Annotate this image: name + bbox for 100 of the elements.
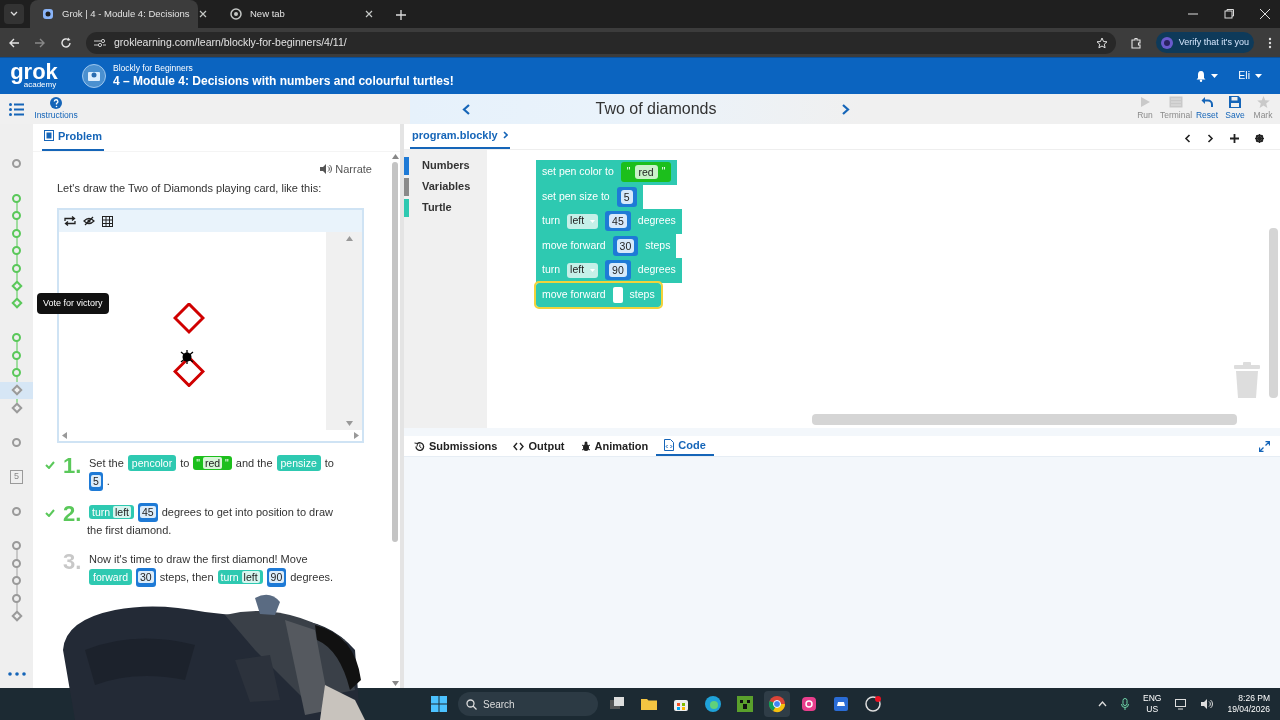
extensions-icon[interactable] [1129, 36, 1142, 49]
step-node[interactable] [10, 297, 23, 309]
dropdown-field[interactable]: left [567, 213, 599, 229]
scrollbar-thumb[interactable] [392, 162, 398, 542]
new-tab-icon[interactable] [396, 10, 406, 20]
step-node[interactable] [10, 280, 23, 292]
step-node[interactable] [12, 350, 21, 360]
edge-icon[interactable] [704, 695, 722, 713]
toolbox-category[interactable]: Turtle [422, 199, 452, 216]
number-input[interactable]: 5 [616, 186, 637, 207]
close-icon[interactable] [1260, 9, 1270, 19]
forward-icon[interactable] [34, 36, 46, 49]
grass-block-icon[interactable] [736, 695, 754, 713]
microphone-icon[interactable] [1121, 698, 1130, 710]
output-tab[interactable]: Output [505, 436, 573, 456]
code-block[interactable]: move forward 30 steps [536, 233, 677, 258]
step-node[interactable] [12, 193, 21, 203]
expand-icon[interactable] [1259, 440, 1270, 452]
search-box[interactable]: Search [458, 692, 598, 716]
reload-icon[interactable] [60, 36, 72, 49]
restore-icon[interactable] [1224, 9, 1234, 19]
scroll-down-icon[interactable] [391, 681, 399, 686]
more-icon[interactable] [7, 672, 26, 676]
step-node[interactable] [10, 384, 23, 396]
step-node[interactable] [12, 368, 21, 378]
scroll-left-icon[interactable] [62, 432, 67, 439]
chrome-icon[interactable] [768, 695, 786, 713]
step-node[interactable] [12, 558, 21, 568]
hide-icon[interactable] [83, 216, 95, 226]
caret-icon [590, 219, 596, 223]
code-block[interactable]: turn left 90 degrees [536, 258, 682, 283]
step-node[interactable] [12, 593, 21, 603]
step-node[interactable] [12, 246, 21, 256]
step-node[interactable] [12, 159, 21, 169]
scrollbar-thumb[interactable] [1269, 228, 1278, 398]
step-node[interactable] [12, 437, 21, 447]
repeat-icon[interactable] [64, 216, 76, 226]
verify-button[interactable]: Verify that it's you [1155, 32, 1254, 53]
menu-icon[interactable] [9, 102, 24, 116]
next-problem-icon[interactable] [842, 103, 850, 115]
back-icon[interactable] [8, 36, 20, 49]
chevron-left-icon[interactable] [1184, 134, 1191, 143]
user-menu[interactable]: Eli [1238, 68, 1262, 84]
windows-start-icon[interactable] [430, 695, 448, 713]
step-node[interactable] [10, 610, 23, 622]
step-node[interactable] [10, 402, 23, 414]
code-block[interactable]: set pen size to 5 [536, 184, 643, 209]
network-icon[interactable] [1175, 698, 1188, 710]
instructions-button[interactable]: Instructions [33, 96, 79, 122]
number-input[interactable]: 45 [605, 211, 631, 232]
chevron-right-icon[interactable] [1207, 134, 1214, 143]
address-bar[interactable]: groklearning.com/learn/blockly-for-beginners/4/11/ [86, 31, 1116, 54]
step-node[interactable] [12, 576, 21, 586]
close-icon[interactable] [197, 9, 208, 19]
empty-input-slot[interactable] [612, 286, 623, 303]
toolbox-category[interactable]: Variables [422, 178, 471, 195]
settings-icon[interactable] [1255, 134, 1264, 143]
number-input[interactable]: 30 [612, 235, 639, 256]
problem-tab[interactable]: Problem [42, 127, 104, 151]
dropdown-field[interactable]: left [567, 262, 599, 278]
star-icon[interactable] [1095, 36, 1108, 49]
close-icon[interactable] [364, 9, 374, 19]
step-node[interactable] [12, 263, 21, 273]
output-tab[interactable]: Animation [572, 436, 657, 456]
tab-search-button[interactable] [4, 4, 24, 24]
number-input[interactable]: 90 [605, 260, 631, 281]
chevron-down-icon [10, 11, 18, 17]
document-icon [44, 130, 54, 142]
narrate-button[interactable]: Narrate [320, 161, 372, 178]
prev-problem-icon[interactable] [462, 103, 470, 115]
course-name[interactable]: Blockly for Beginners [113, 63, 454, 74]
more-vert-icon[interactable] [1268, 36, 1272, 49]
step-node[interactable] [12, 228, 21, 238]
string-input[interactable]: " red " [620, 162, 672, 183]
browser-tab[interactable]: New tab [218, 0, 386, 28]
grid-icon[interactable] [102, 215, 113, 227]
step-node[interactable] [12, 506, 21, 516]
clock[interactable]: 8:26 PM 19/04/2026 [1227, 693, 1270, 715]
toolbox-category[interactable]: Numbers [422, 157, 470, 174]
speaker-icon [320, 164, 333, 175]
volume-icon[interactable] [1201, 699, 1214, 709]
gamepad-icon[interactable] [832, 695, 850, 713]
scroll-up-icon[interactable] [391, 154, 399, 159]
step-node[interactable] [12, 333, 21, 343]
language-indicator[interactable]: ENG US [1143, 693, 1162, 715]
plus-icon[interactable] [1230, 134, 1239, 143]
step-node[interactable] [12, 211, 21, 221]
app-circle-icon[interactable] [864, 695, 882, 713]
toolbar-button[interactable]: Save [1222, 96, 1248, 122]
code-block[interactable]: turn left 45 degrees [536, 209, 682, 234]
scrollbar-thumb[interactable] [812, 414, 1237, 425]
notifications-button[interactable] [1195, 70, 1219, 82]
step-node[interactable] [12, 541, 21, 551]
chevron-up-icon[interactable] [1098, 701, 1108, 707]
output-tab[interactable]: Submissions [406, 436, 506, 456]
scroll-right-icon[interactable] [354, 432, 359, 439]
code-block[interactable]: set pen color to " red " [536, 160, 678, 185]
toolbar-button[interactable]: Reset [1194, 96, 1220, 122]
app-icon[interactable] [800, 695, 818, 713]
url-text: groklearning.com/learn/blockly-for-beginners/4/11/ [114, 34, 347, 50]
